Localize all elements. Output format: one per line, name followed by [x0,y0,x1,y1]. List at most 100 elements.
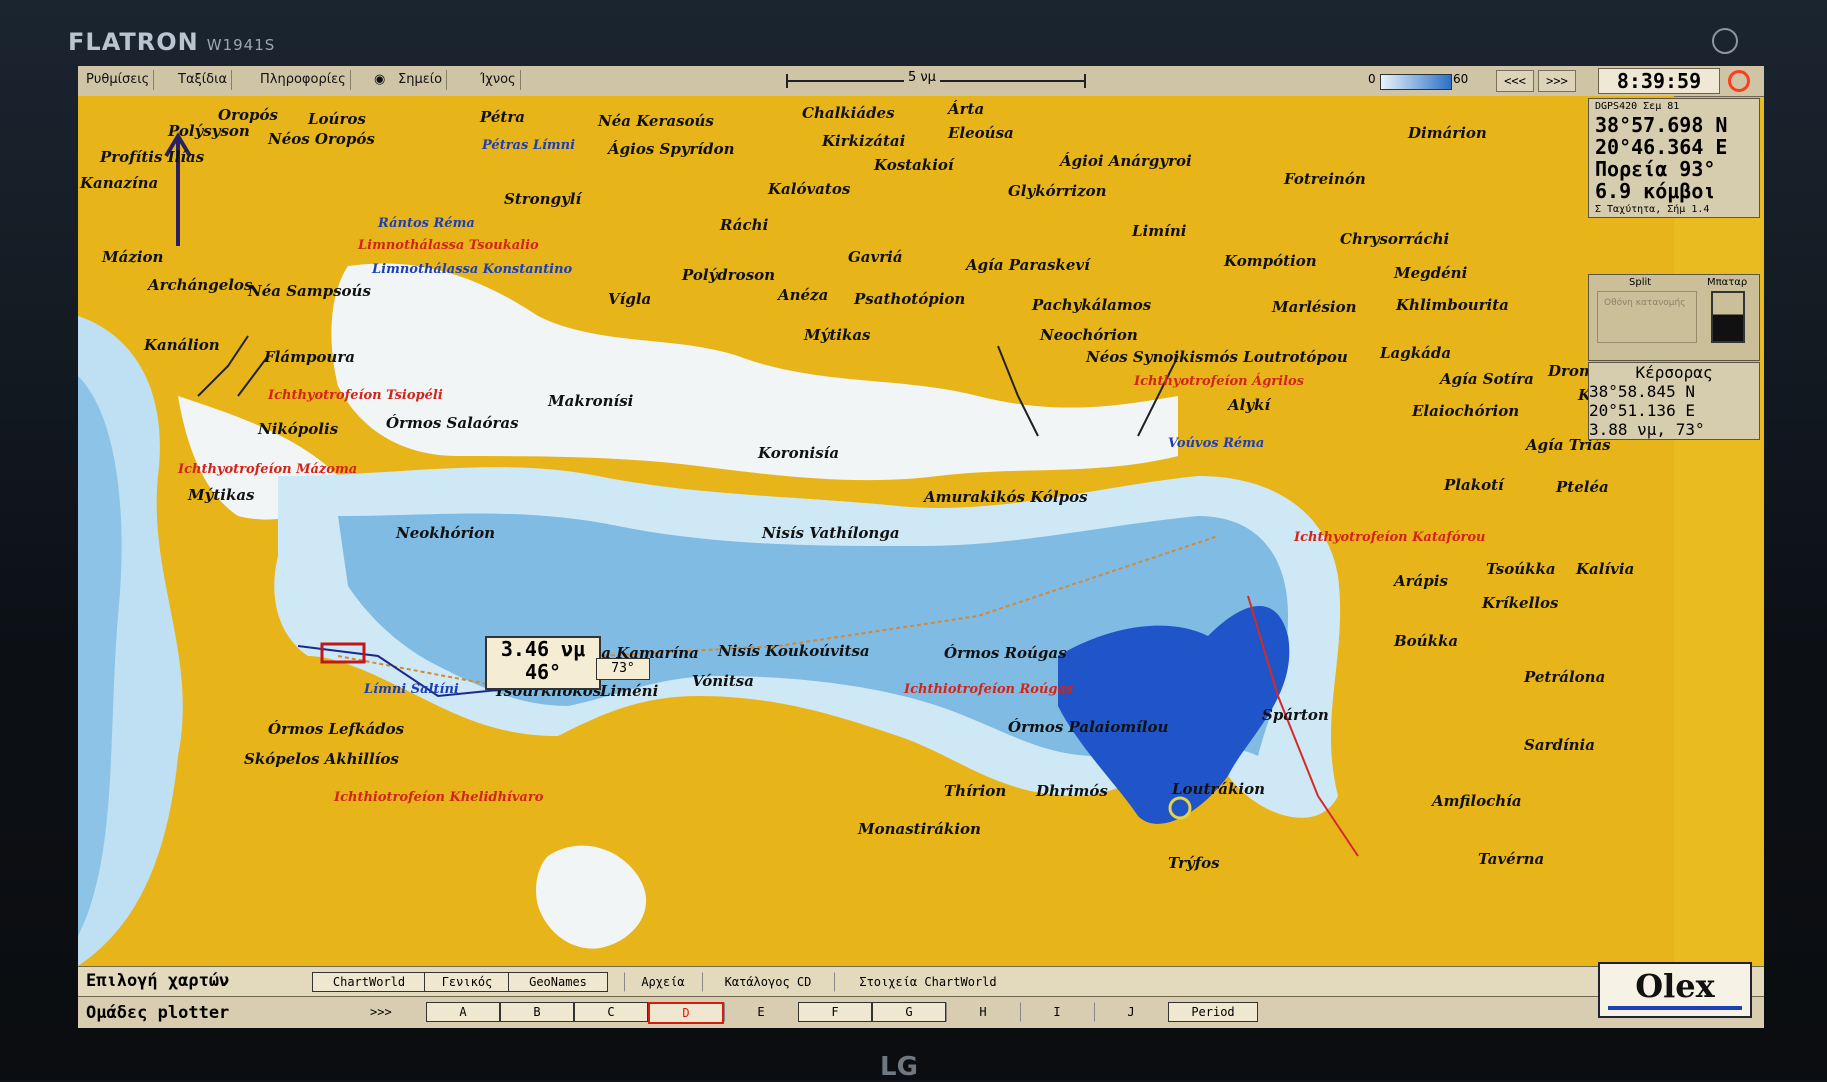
place-label: Ichthyotrofeíon Ágrilos [1134,374,1304,389]
place-label: Neochórion [1040,326,1138,344]
latitude: 38°57.698 N [1595,113,1728,137]
place-label: Órmos Salaóras [386,414,519,432]
place-label: Agía Sotíra [1440,370,1534,388]
place-label: Loúros [308,110,366,128]
chip-chartworld[interactable]: ChartWorld [312,972,426,992]
split-hint: Οθόνη κατανομής [1597,291,1697,343]
place-label: Kríkellos [1482,594,1559,612]
place-label: Órmos Palaiomílou [1008,718,1169,736]
menu-track[interactable]: Ίχνος [476,70,521,90]
place-label: Liméni [600,682,659,700]
place-label: Glykórrizon [1008,182,1107,200]
sun-icon[interactable] [1728,70,1750,92]
place-label: Ichthyotrofeíon Katafórou [1294,530,1486,545]
place-label: Khlimbourita [1396,296,1509,314]
chart-selection-title: Επιλογή χαρτών [86,971,230,991]
target-icon[interactable]: ◉ [370,70,389,90]
place-label: Kanálion [144,336,220,354]
place-label: Megdéni [1394,264,1468,282]
menu-info[interactable]: Πληροφορίες [256,70,351,90]
place-label: Psathotópion [854,290,966,308]
chip-chartworld-data[interactable]: Στοιχεία ChartWorld [834,972,1022,992]
group-j[interactable]: J [1094,1002,1168,1022]
place-label: Chalkiádes [802,104,895,122]
place-label: Kalóvatos [768,180,851,198]
place-label: Makronísi [548,392,634,410]
speed-note: Σ Ταχύτητα, Σήμ 1.4 [1595,204,1710,215]
place-label: Kirkizátai [822,132,906,150]
cursor-speed-readout: 3.46 νμ 46° [485,636,601,690]
place-label: Mýtikas [804,326,871,344]
place-label: Vígla [608,290,652,308]
group-b[interactable]: B [500,1002,574,1022]
cursor-latitude: 38°58.845 N [1589,382,1695,401]
place-label: Néos Oropós [268,130,375,148]
group-f[interactable]: F [798,1002,872,1022]
place-label: Tavérna [1478,850,1545,868]
place-label: Elaiochórion [1412,402,1520,420]
place-label: Arápis [1394,572,1448,590]
olex-logo: Olex [1598,962,1752,1018]
cursor-label: Κέρσορας [1635,363,1713,382]
group-e[interactable]: E [724,1002,798,1022]
place-label: Trýfos [1168,854,1220,872]
next-button[interactable]: >>> [1538,70,1576,92]
place-label: Limnothálassa Konstantino [372,262,573,277]
place-label: Nisís Koukoúvitsa [718,642,870,660]
place-label: Ágioi Anárgyroi [1060,152,1192,170]
longitude: 20°46.364 E [1595,135,1728,159]
scale-label: 5 νμ [904,70,940,85]
battery-label: Μπαταρ [1707,277,1748,288]
place-label: Lagkáda [1380,344,1452,362]
menu-waypoint[interactable]: Σημείο [394,70,448,90]
monitor-maker-logo: LG [880,1052,918,1082]
chip-cd-catalog[interactable]: Κατάλογος CD [702,972,834,992]
place-label: Órmos Roúgas [944,644,1067,662]
group-i[interactable]: I [1020,1002,1094,1022]
chip-geonames[interactable]: GeoNames [508,972,608,992]
place-label: Kompótion [1224,252,1317,270]
group-c[interactable]: C [574,1002,648,1022]
battery-icon [1711,291,1745,343]
chip-general[interactable]: Γενικός [424,972,510,992]
position-panel: DGPS420 Σεμ 81 38°57.698 N 20°46.364 E Π… [1588,98,1760,218]
nautical-chart[interactable]: Oropós Loúros Polýsyson Néos Oropós Prof… [78,96,1674,966]
group-d[interactable]: D [648,1002,724,1024]
place-label: Órmos Lefkádos [268,720,405,738]
group-period[interactable]: Period [1168,1002,1258,1022]
place-label: Ráchi [720,216,769,234]
cursor-panel: Κέρσορας 38°58.845 N 20°51.136 E 3.88 νμ… [1588,362,1760,440]
place-label: Ichthiotrofeíon Roúgas [904,682,1074,697]
place-label: Agía Paraskeví [966,256,1090,274]
place-label: Pétra [480,108,525,126]
place-label: Polýdroson [682,266,776,284]
chart-selection-bar: Επιλογή χαρτών ChartWorld Γενικός GeoNam… [78,966,1764,997]
place-label: Neokhórion [396,524,496,542]
place-label: Voúvos Réma [1168,436,1265,451]
place-label: Plakotí [1444,476,1504,494]
place-label: Dimárion [1408,124,1487,142]
place-label: Chrysorráchi [1340,230,1450,248]
prev-button[interactable]: <<< [1496,70,1534,92]
place-label: Mázion [102,248,164,266]
plotter-groups-title: Ομάδες plotter [86,1003,230,1023]
menu-trips[interactable]: Ταξίδια [174,70,233,90]
groups-scroll-button[interactable]: >>> [370,1005,392,1019]
place-label: Flámpoura [264,348,355,366]
group-a[interactable]: A [426,1002,500,1022]
clock: 8:39:59 [1598,68,1720,94]
place-label: Néa Kerasoús [598,112,714,130]
place-label: Dhrimós [1036,782,1108,800]
speed: 6.9 κόμβοι [1595,179,1716,203]
group-g[interactable]: G [872,1002,946,1022]
chip-files[interactable]: Αρχεία [624,972,702,992]
place-label: Pteléa [1556,478,1609,496]
split-label: Split [1629,277,1652,288]
monitor-brand: FLATRON W1941S [68,28,276,56]
power-icon[interactable] [1712,28,1738,54]
split-panel[interactable]: Split Μπαταρ Οθόνη κατανομής [1588,274,1760,361]
place-label: Skópelos Akhillíos [244,750,399,768]
place-label: Anéza [778,286,829,304]
group-h[interactable]: H [946,1002,1020,1022]
menu-settings[interactable]: Ρυθμίσεις [82,70,155,90]
